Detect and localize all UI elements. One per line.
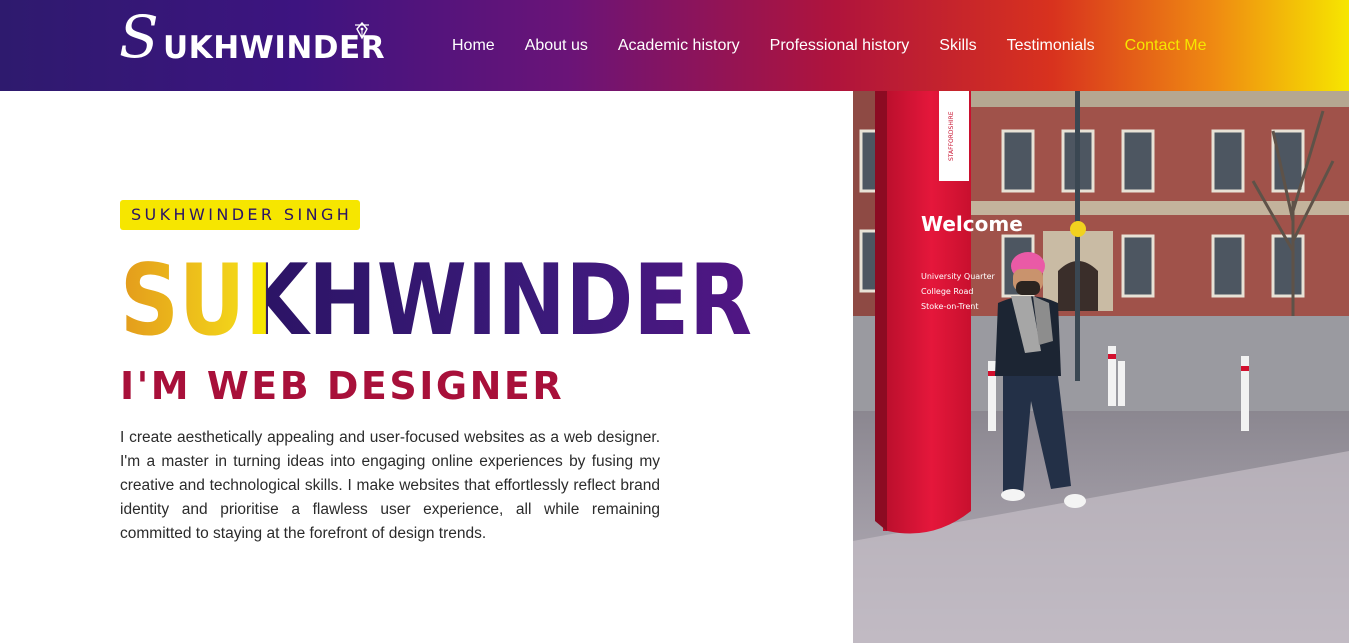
site-logo[interactable]: S UKHWINDER	[119, 8, 385, 70]
nav-about-us[interactable]: About us	[510, 37, 603, 55]
hero-subtitle: I'M WEB DESIGNER	[120, 364, 565, 408]
hero-big-name-text: SUKHWINDER	[120, 244, 752, 349]
nav-home[interactable]: Home	[437, 37, 510, 55]
sign-address-3: Stoke-on-Trent	[921, 302, 978, 311]
sign-welcome: Welcome	[921, 212, 1023, 236]
nav-testimonials[interactable]: Testimonials	[992, 37, 1110, 55]
pen-nib-icon	[355, 22, 369, 40]
sign-address-2: College Road	[921, 287, 973, 296]
logo-initial: S	[119, 3, 159, 71]
main-nav: Home About us Academic history Professio…	[437, 0, 1221, 91]
hero-bio: I create aesthetically appealing and use…	[120, 429, 660, 542]
sign-address-1: University Quarter	[921, 272, 996, 281]
hero-photo: STAFFORDSHIRE Welcome University Quarter…	[853, 91, 1349, 643]
name-badge: SUKHWINDER SINGH	[120, 200, 360, 230]
hero-big-name: SUKHWINDER	[118, 244, 838, 349]
nav-skills[interactable]: Skills	[924, 37, 991, 55]
nav-professional-history[interactable]: Professional history	[755, 37, 925, 55]
nav-academic-history[interactable]: Academic history	[603, 37, 755, 55]
sign-logo: STAFFORDSHIRE	[948, 111, 955, 161]
logo-text: UKHWINDER	[163, 30, 386, 66]
site-header: S UKHWINDER Home About us Academic histo…	[0, 0, 1349, 91]
nav-contact-me[interactable]: Contact Me	[1110, 37, 1222, 55]
